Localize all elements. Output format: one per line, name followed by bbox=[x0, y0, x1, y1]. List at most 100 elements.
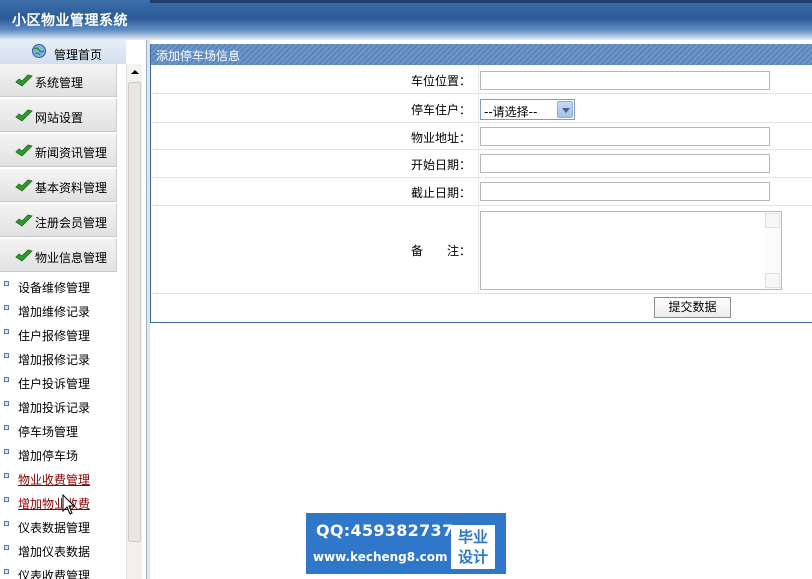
green-arrow-icon bbox=[15, 74, 33, 87]
sub-item-add-repair-record[interactable]: 增加维修记录 bbox=[0, 298, 126, 322]
form-row-start-date: 开始日期： bbox=[151, 150, 812, 178]
mouse-cursor-icon bbox=[62, 494, 76, 515]
sub-item-fee-management[interactable]: 物业收费管理 bbox=[0, 466, 126, 490]
sub-item-label: 停车场管理 bbox=[18, 425, 79, 439]
bullet-icon bbox=[4, 329, 9, 334]
watermark-qq: QQ:459382737 bbox=[316, 521, 454, 540]
menu-site-settings[interactable]: 网站设置 bbox=[0, 99, 117, 132]
row-divider bbox=[478, 178, 479, 205]
watermark-badge: 毕业 设计 bbox=[451, 525, 495, 569]
sub-item-add-meter-data[interactable]: 增加仪表数据 bbox=[0, 538, 126, 562]
sub-item-label: 增加投诉记录 bbox=[18, 401, 91, 415]
panel-title: 添加停车场信息 bbox=[156, 49, 241, 63]
sub-item-label: 物业收费管理 bbox=[18, 473, 91, 487]
scroll-thumb[interactable] bbox=[128, 82, 141, 542]
header-top-line bbox=[150, 0, 812, 3]
bullet-icon bbox=[4, 569, 9, 574]
chevron-down-icon[interactable] bbox=[557, 101, 573, 118]
sidebar-home-label: 管理首页 bbox=[54, 48, 103, 62]
sub-item-parking-management[interactable]: 停车场管理 bbox=[0, 418, 126, 442]
field-label: 停车住户： bbox=[410, 103, 471, 117]
submit-button[interactable]: 提交数据 bbox=[654, 297, 731, 318]
menu-label: 网站设置 bbox=[35, 111, 84, 125]
textarea-scrollbar[interactable] bbox=[764, 212, 781, 289]
row-divider bbox=[478, 150, 479, 177]
sub-item-label: 增加报修记录 bbox=[18, 353, 91, 367]
sub-item-resident-repair[interactable]: 住户报修管理 bbox=[0, 322, 126, 346]
field-label: 车位位置： bbox=[410, 74, 471, 88]
menu-basic-data-management[interactable]: 基本资料管理 bbox=[0, 169, 117, 202]
green-arrow-icon bbox=[15, 144, 33, 157]
bullet-icon bbox=[4, 521, 9, 526]
menu-label: 系统管理 bbox=[35, 76, 84, 90]
bullet-icon bbox=[4, 425, 9, 430]
form-row-resident: 停车住户： --请选择-- bbox=[151, 94, 812, 123]
sub-item-label: 住户投诉管理 bbox=[18, 377, 91, 391]
green-arrow-icon bbox=[15, 249, 33, 262]
end-date-input[interactable] bbox=[480, 182, 770, 201]
bullet-icon bbox=[4, 497, 9, 502]
sub-item-equipment-repair[interactable]: 设备维修管理 bbox=[0, 274, 126, 298]
menu-label: 新闻资讯管理 bbox=[35, 146, 108, 160]
green-arrow-icon bbox=[15, 179, 33, 192]
sub-item-label: 增加停车场 bbox=[18, 449, 79, 463]
bullet-icon bbox=[4, 401, 9, 406]
form-row-remark: 备 注： bbox=[151, 206, 812, 294]
sub-item-meter-data[interactable]: 仪表数据管理 bbox=[0, 514, 126, 538]
sub-item-label: 增加仪表数据 bbox=[18, 545, 91, 559]
badge-line-1: 毕业 bbox=[457, 528, 488, 546]
sub-item-label: 仪表收费管理 bbox=[18, 569, 91, 579]
sub-item-complaint-management[interactable]: 住户投诉管理 bbox=[0, 370, 126, 394]
green-arrow-icon bbox=[15, 214, 33, 227]
row-divider bbox=[478, 65, 479, 93]
menu-property-info-management[interactable]: 物业信息管理 bbox=[0, 239, 117, 272]
bullet-icon bbox=[4, 281, 9, 286]
field-label: 备 注： bbox=[410, 244, 471, 258]
resident-select[interactable]: --请选择-- bbox=[480, 99, 575, 120]
watermark-banner: QQ:459382737 www.kecheng8.com 毕业 设计 bbox=[306, 513, 506, 574]
bullet-icon bbox=[4, 377, 9, 382]
sub-item-label: 仪表数据管理 bbox=[18, 521, 91, 535]
select-value: --请选择-- bbox=[484, 105, 538, 119]
bullet-icon bbox=[4, 305, 9, 310]
form-row-parking-space: 车位位置： bbox=[151, 65, 812, 94]
remark-textarea[interactable] bbox=[480, 211, 782, 290]
sidebar-scrollbar[interactable] bbox=[126, 64, 142, 579]
row-divider bbox=[478, 123, 479, 149]
scroll-up-arrow-icon[interactable] bbox=[127, 64, 142, 80]
sub-item-label: 设备维修管理 bbox=[18, 281, 91, 295]
start-date-input[interactable] bbox=[480, 154, 770, 173]
form-row-end-date: 截止日期： bbox=[151, 178, 812, 206]
panel-header: 添加停车场信息 bbox=[151, 44, 812, 65]
form-row-address: 物业地址： bbox=[151, 123, 812, 150]
sub-item-label: 住户报修管理 bbox=[18, 329, 91, 343]
row-divider bbox=[478, 94, 479, 122]
green-arrow-icon bbox=[15, 109, 33, 122]
field-label: 物业地址： bbox=[410, 131, 471, 145]
bullet-icon bbox=[4, 545, 9, 550]
sub-item-add-repair-request[interactable]: 增加报修记录 bbox=[0, 346, 126, 370]
field-label: 截止日期： bbox=[410, 186, 471, 200]
sub-item-label: 增加维修记录 bbox=[18, 305, 91, 319]
address-input[interactable] bbox=[480, 127, 770, 146]
bullet-icon bbox=[4, 449, 9, 454]
bullet-icon bbox=[4, 353, 9, 358]
menu-member-management[interactable]: 注册会员管理 bbox=[0, 204, 117, 237]
menu-system-management[interactable]: 系统管理 bbox=[0, 64, 117, 97]
sub-item-add-parking[interactable]: 增加停车场 bbox=[0, 442, 126, 466]
scroll-up-arrow-icon[interactable] bbox=[765, 213, 780, 228]
parking-space-input[interactable] bbox=[480, 71, 770, 90]
badge-line-2: 设计 bbox=[457, 548, 488, 566]
add-parking-form-panel: 添加停车场信息 车位位置： 停车住户： --请选择-- 物业地址： 开始日期： … bbox=[150, 44, 812, 323]
app-header: 小区物业管理系统 bbox=[0, 0, 812, 40]
watermark-url: www.kecheng8.com bbox=[313, 550, 448, 564]
sub-item-add-complaint[interactable]: 增加投诉记录 bbox=[0, 394, 126, 418]
menu-label: 物业信息管理 bbox=[35, 251, 108, 265]
sidebar-home-link[interactable]: 管理首页 bbox=[0, 40, 126, 64]
menu-label: 基本资料管理 bbox=[35, 181, 108, 195]
scroll-down-arrow-icon[interactable] bbox=[765, 273, 780, 288]
sub-item-meter-fee[interactable]: 仪表收费管理 bbox=[0, 562, 126, 579]
menu-news-management[interactable]: 新闻资讯管理 bbox=[0, 134, 117, 167]
row-divider bbox=[478, 206, 479, 293]
bullet-icon bbox=[4, 473, 9, 478]
